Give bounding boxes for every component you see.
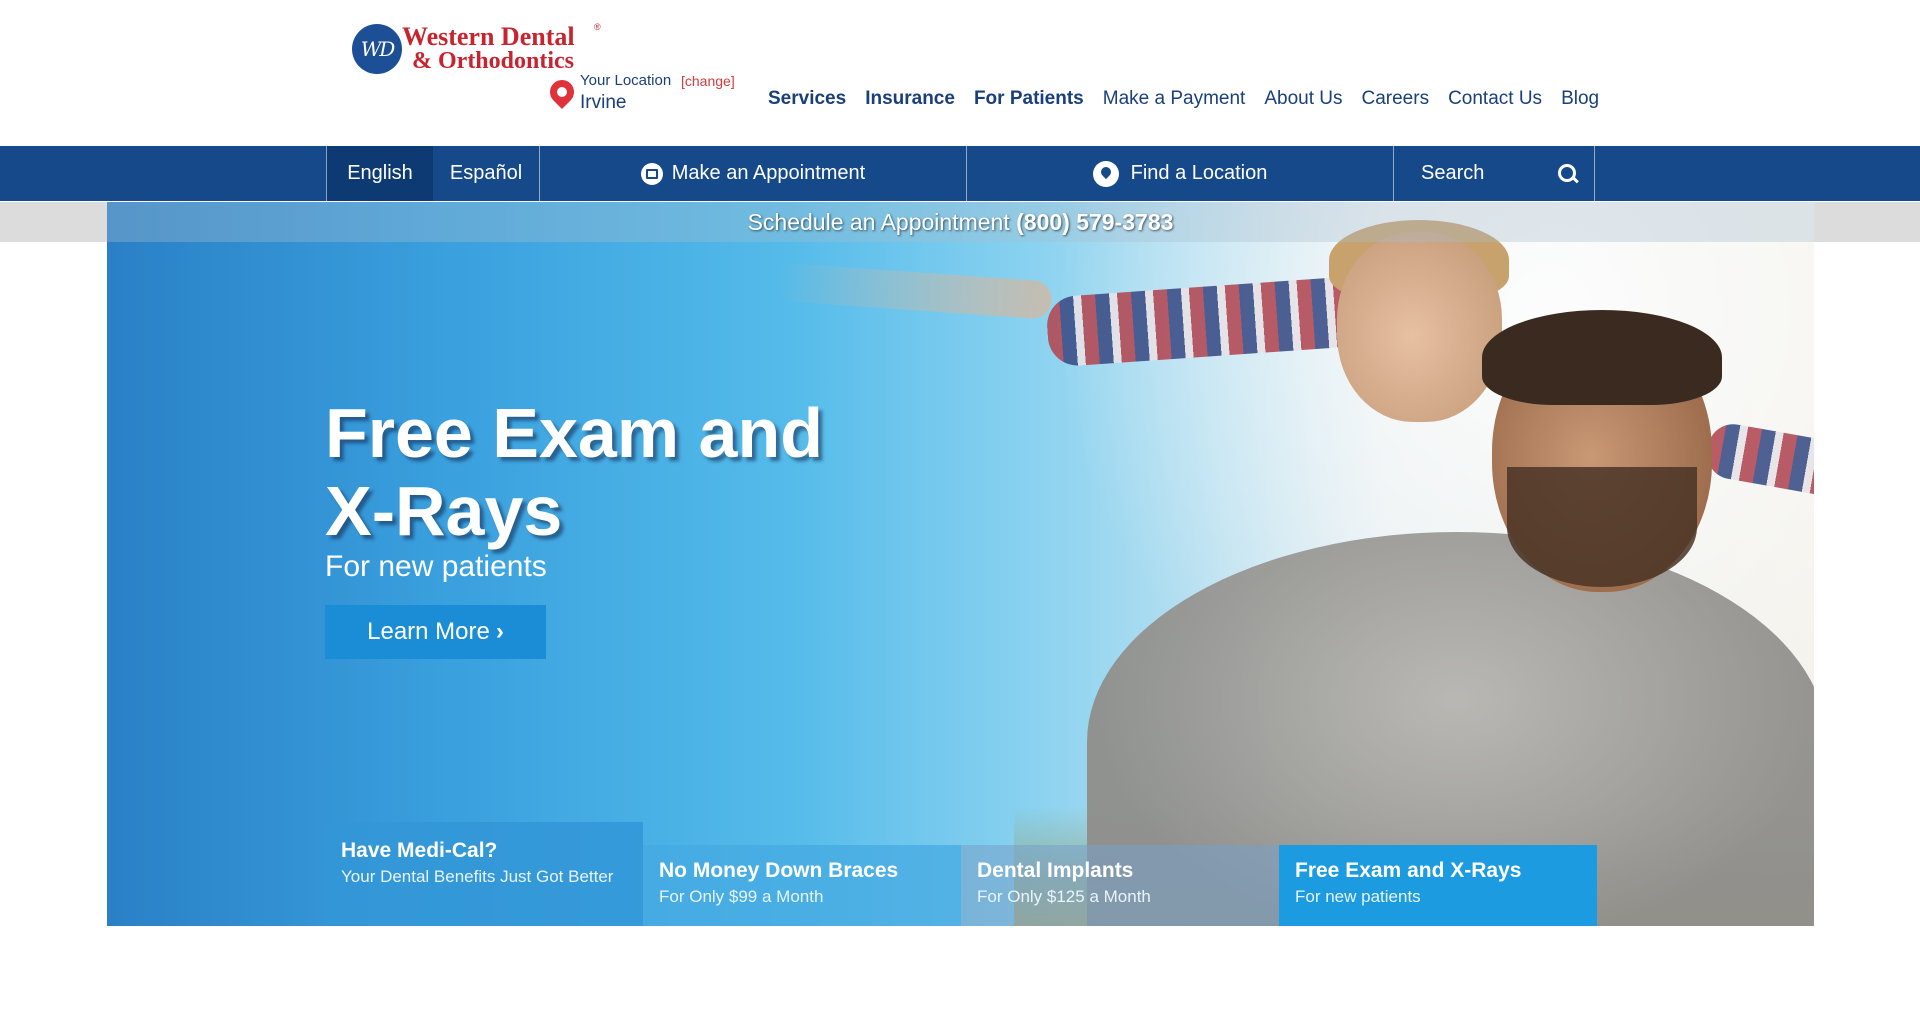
promo-tab-desc: For Only $99 a Month bbox=[659, 887, 824, 906]
find-location-button[interactable]: Find a Location bbox=[967, 146, 1394, 201]
language-espanol-button[interactable]: Español bbox=[433, 146, 540, 201]
promo-tab-desc: Your Dental Benefits Just Got Better bbox=[341, 867, 614, 886]
logo-registered-mark: ® bbox=[594, 22, 601, 32]
promo-tab-title: Have Medi-Cal? bbox=[341, 839, 498, 862]
schedule-appointment-bar[interactable]: Schedule an Appointment (800) 579-3783 bbox=[107, 202, 1814, 242]
nav-item-for-patients[interactable]: For Patients bbox=[974, 88, 1084, 110]
nav-item-insurance[interactable]: Insurance bbox=[865, 88, 955, 110]
location-pin-icon bbox=[1092, 160, 1119, 187]
promo-tab-desc: For Only $125 a Month bbox=[977, 887, 1151, 906]
schedule-text: Schedule an Appointment bbox=[747, 209, 1010, 235]
nav-item-services[interactable]: Services bbox=[768, 88, 846, 110]
nav-item-careers[interactable]: Careers bbox=[1362, 88, 1430, 110]
search-label: Search bbox=[1421, 162, 1485, 184]
promo-tab-free-exam[interactable]: Free Exam and X-Rays For new patients bbox=[1279, 845, 1597, 926]
utility-toolbar: English Español Make an Appointment Find… bbox=[0, 146, 1920, 201]
main-nav: Services Insurance For Patients Make a P… bbox=[768, 88, 1599, 110]
nav-item-about-us[interactable]: About Us bbox=[1264, 88, 1342, 110]
hero-banner: Schedule an Appointment (800) 579-3783 F… bbox=[107, 202, 1814, 926]
language-english-button[interactable]: English bbox=[326, 146, 433, 201]
map-pin-icon bbox=[545, 75, 579, 109]
location-change-link[interactable]: [change] bbox=[681, 73, 735, 89]
find-location-label: Find a Location bbox=[1130, 162, 1268, 184]
promo-tab-braces[interactable]: No Money Down Braces For Only $99 a Mont… bbox=[643, 845, 961, 926]
hero-subtitle: For new patients bbox=[325, 550, 547, 583]
hero-title: Free Exam and X-Rays bbox=[325, 394, 823, 550]
promo-tab-implants[interactable]: Dental Implants For Only $125 a Month bbox=[961, 845, 1279, 926]
nav-item-contact-us[interactable]: Contact Us bbox=[1448, 88, 1542, 110]
promo-tab-medi-cal[interactable]: Have Medi-Cal? Your Dental Benefits Just… bbox=[325, 822, 643, 926]
location-selector: Your Location [change] Irvine bbox=[545, 70, 748, 116]
promo-tab-desc: For new patients bbox=[1295, 887, 1421, 906]
search-icon bbox=[1558, 163, 1578, 184]
promo-tab-title: Free Exam and X-Rays bbox=[1295, 859, 1522, 882]
logo-monogram: WD bbox=[352, 24, 402, 74]
nav-item-blog[interactable]: Blog bbox=[1561, 88, 1599, 110]
search-button[interactable]: Search bbox=[1394, 146, 1595, 201]
make-appointment-button[interactable]: Make an Appointment bbox=[540, 146, 967, 201]
promo-tab-title: No Money Down Braces bbox=[659, 859, 899, 882]
hero-photo-kid-head bbox=[1337, 232, 1502, 422]
nav-item-make-a-payment[interactable]: Make a Payment bbox=[1103, 88, 1246, 110]
chevron-right-icon: › bbox=[495, 618, 504, 645]
schedule-phone[interactable]: (800) 579-3783 bbox=[1016, 209, 1173, 235]
location-label: Your Location bbox=[580, 72, 672, 89]
make-appointment-label: Make an Appointment bbox=[671, 162, 866, 184]
calendar-icon bbox=[640, 162, 663, 185]
location-city: Irvine bbox=[580, 92, 627, 113]
learn-more-label: Learn More bbox=[367, 618, 490, 645]
learn-more-button[interactable]: Learn More › bbox=[325, 605, 546, 659]
hero-photo-man-hair bbox=[1482, 310, 1722, 405]
hero-photo-man-beard bbox=[1507, 467, 1697, 587]
promo-tab-title: Dental Implants bbox=[977, 859, 1134, 882]
